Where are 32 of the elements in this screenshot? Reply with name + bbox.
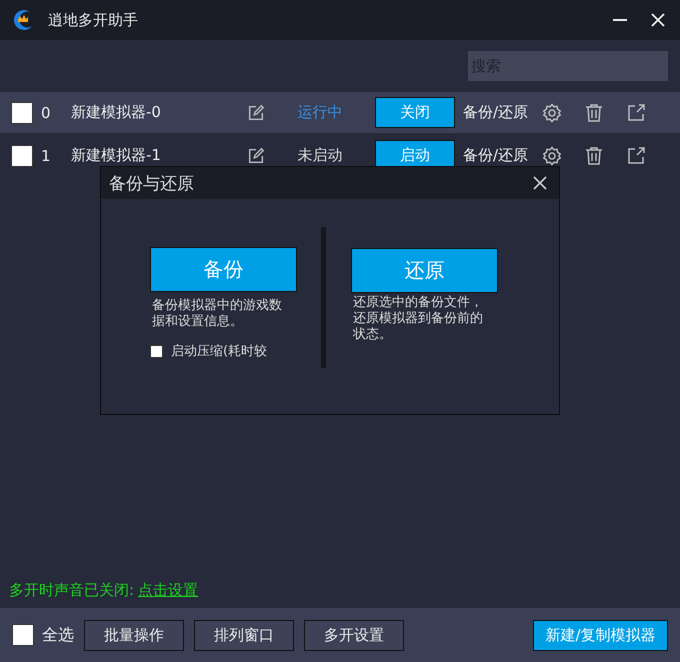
- select-all-checkbox[interactable]: [12, 624, 34, 646]
- edit-icon[interactable]: [247, 146, 265, 164]
- trash-icon[interactable]: [584, 102, 604, 122]
- settings-icon[interactable]: [542, 146, 562, 166]
- emulator-name: 新建模拟器-0: [71, 103, 162, 122]
- row-index: 1: [41, 146, 52, 164]
- edit-icon[interactable]: [247, 104, 265, 122]
- toolbar-button[interactable]: 批量操作: [84, 620, 184, 650]
- close-icon[interactable]: [533, 176, 547, 190]
- window-title: 逍地多开助手: [48, 10, 139, 30]
- compress-label: 启动压缩(耗时较: [171, 343, 268, 360]
- status-text: 未启动: [296, 146, 344, 165]
- checkbox[interactable]: [11, 102, 33, 124]
- settings-link[interactable]: 点击设置: [138, 581, 198, 599]
- backup-restore-link[interactable]: 备份/还原: [463, 103, 528, 122]
- checkbox[interactable]: [150, 344, 163, 358]
- checkbox[interactable]: [11, 144, 33, 166]
- share-icon[interactable]: [626, 146, 646, 166]
- trash-icon[interactable]: [584, 146, 604, 166]
- toolbar-button[interactable]: 排列窗口: [194, 620, 294, 650]
- emulator-name: 新建模拟器-1: [71, 146, 162, 165]
- restore-description: 还原选中的备份文件，还原模拟器到备份前的状态。: [353, 295, 484, 343]
- status-text: 运行中: [296, 103, 344, 122]
- select-all-label: 全选: [42, 624, 74, 646]
- row-index: 0: [41, 104, 52, 122]
- toolbar-button[interactable]: 多开设置: [304, 620, 404, 650]
- backup-restore-link[interactable]: 备份/还原: [463, 146, 528, 165]
- share-icon[interactable]: [626, 102, 646, 122]
- dialog-title: 备份与还原: [109, 172, 195, 194]
- settings-icon[interactable]: [542, 102, 562, 122]
- backup-description: 备份模拟器中的游戏数据和设置信息。: [152, 298, 283, 330]
- notice-text: 多开时声音已关闭:: [9, 581, 134, 599]
